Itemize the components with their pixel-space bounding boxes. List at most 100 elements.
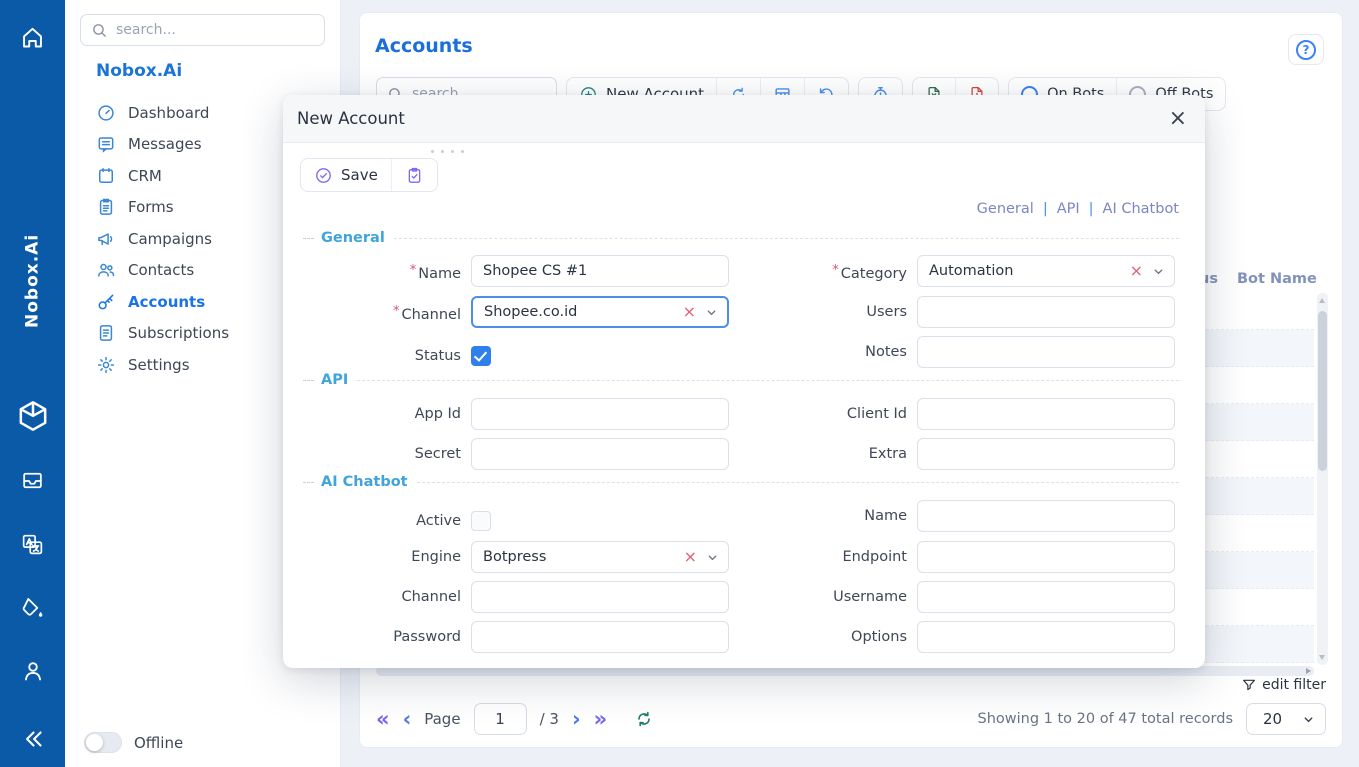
vertical-scrollbar[interactable] <box>1317 293 1328 665</box>
users-field[interactable] <box>917 296 1175 328</box>
close-icon[interactable]: × <box>1169 108 1187 130</box>
offline-toggle[interactable] <box>84 732 122 753</box>
funnel-icon <box>1241 677 1257 693</box>
reload-table-button[interactable] <box>634 709 654 729</box>
active-checkbox[interactable] <box>471 511 491 531</box>
key-icon <box>96 292 116 312</box>
first-page-button[interactable]: « <box>376 709 390 730</box>
translate-icon[interactable] <box>0 532 65 557</box>
sidebar-item-label: Dashboard <box>128 104 209 122</box>
copy-clipboard-button[interactable] <box>391 159 437 191</box>
home-icon[interactable] <box>0 24 65 51</box>
sidebar-item-label: Accounts <box>128 293 205 311</box>
tab-general[interactable]: General <box>977 201 1034 217</box>
chevron-down-icon <box>1302 713 1315 726</box>
modal-actions: Save <box>300 158 438 192</box>
engine-select[interactable]: Botpress × <box>471 541 729 573</box>
chevron-down-icon <box>705 306 718 319</box>
column-header-bot-name[interactable]: Bot Name <box>1237 271 1317 287</box>
last-page-button[interactable]: » <box>594 709 608 730</box>
category-select[interactable]: Automation × <box>917 255 1175 287</box>
next-page-button[interactable]: › <box>572 709 581 730</box>
sidebar-search-input[interactable] <box>116 22 314 38</box>
inbox-icon[interactable] <box>0 468 65 493</box>
chevron-down-icon <box>706 551 719 564</box>
endpoint-field[interactable] <box>917 541 1175 573</box>
offline-row: Offline <box>84 732 183 753</box>
chatbot-name-label: Name <box>749 500 907 532</box>
channel-select[interactable]: Shopee.co.id × <box>471 296 729 328</box>
page-number-input[interactable] <box>474 703 527 735</box>
tab-ai-chatbot[interactable]: AI Chatbot <box>1103 201 1179 217</box>
name-field[interactable] <box>471 255 729 287</box>
sidebar-item-campaigns[interactable]: Campaigns <box>96 223 229 255</box>
app-id-label: App Id <box>303 398 461 430</box>
clipboard-check-icon <box>405 166 424 185</box>
collapse-sidebar-icon[interactable] <box>0 726 65 752</box>
password-field[interactable] <box>471 621 729 653</box>
search-icon <box>91 22 108 39</box>
sidebar-item-crm[interactable]: CRM <box>96 160 229 192</box>
options-field[interactable] <box>917 621 1175 653</box>
users-icon <box>96 260 116 280</box>
secret-label: Secret <box>303 438 461 470</box>
clear-icon[interactable]: × <box>684 549 697 565</box>
sidebar-menu: Dashboard Messages CRMForms Campaigns Contac… <box>96 97 229 381</box>
sidebar-item-subscriptions[interactable]: Subscriptions <box>96 318 229 350</box>
client-id-field[interactable] <box>917 398 1175 430</box>
file-icon <box>96 323 116 343</box>
endpoint-label: Endpoint <box>749 541 907 573</box>
chevron-down-icon <box>1152 265 1165 278</box>
sidebar-item-dashboard[interactable]: Dashboard <box>96 97 229 129</box>
clipboard-icon <box>96 197 116 217</box>
message-icon <box>96 134 116 154</box>
client-id-label: Client Id <box>749 398 907 430</box>
sidebar-item-settings[interactable]: Settings <box>96 349 229 381</box>
app-id-field[interactable] <box>471 398 729 430</box>
extra-field[interactable] <box>917 438 1175 470</box>
secret-field[interactable] <box>471 438 729 470</box>
paint-bucket-icon[interactable] <box>0 595 65 620</box>
card-footer: « ‹ Page / 3 › » Showing 1 to 20 of 47 t… <box>376 702 1326 736</box>
edit-filter-button[interactable]: edit filter <box>1241 677 1326 693</box>
modal-section-links: General | API | AI Chatbot <box>977 201 1179 217</box>
previous-page-button[interactable]: ‹ <box>403 709 412 730</box>
modal-title: New Account <box>297 109 405 128</box>
username-field[interactable] <box>917 581 1175 613</box>
sidebar-item-contacts[interactable]: Contacts <box>96 255 229 287</box>
notes-field[interactable] <box>917 336 1175 368</box>
nobox-cube-logo[interactable] <box>0 396 65 436</box>
toggle-knob <box>86 734 103 751</box>
help-icon: ? <box>1296 40 1316 60</box>
sidebar-item-messages[interactable]: Messages <box>96 129 229 161</box>
sidebar-item-label: Campaigns <box>128 230 212 248</box>
sidebar-item-forms[interactable]: Forms <box>96 192 229 224</box>
user-icon[interactable] <box>0 658 65 684</box>
sidebar-item-label: Messages <box>128 135 202 153</box>
help-button[interactable]: ? <box>1288 34 1324 65</box>
section-api: API <box>303 372 1179 388</box>
new-account-modal: New Account × Save General | API | AI Ch… <box>283 95 1205 668</box>
sidebar-item-accounts[interactable]: Accounts <box>96 286 229 318</box>
megaphone-icon <box>96 229 116 249</box>
page-size-select[interactable]: 20 <box>1246 703 1326 735</box>
name-label: *Name <box>303 255 461 290</box>
sidebar-brand: Nobox.Ai <box>96 61 182 81</box>
modal-body: Save General | API | AI Chatbot General … <box>283 143 1205 668</box>
category-label: *Category <box>749 255 907 290</box>
status-label: Status <box>303 340 461 372</box>
chatbot-name-field[interactable] <box>917 500 1175 532</box>
offline-label: Offline <box>134 734 183 752</box>
clear-icon[interactable]: × <box>683 304 696 320</box>
chatbot-channel-label: Channel <box>303 581 461 613</box>
chatbot-channel-field[interactable] <box>471 581 729 613</box>
status-checkbox[interactable] <box>471 346 491 366</box>
clear-icon[interactable]: × <box>1130 263 1143 279</box>
rail-brand-vertical: Nobox.Ai <box>0 178 65 383</box>
tab-api[interactable]: API <box>1057 201 1080 217</box>
save-button[interactable]: Save <box>301 159 391 191</box>
gauge-icon <box>96 103 116 123</box>
username-label: Username <box>749 581 907 613</box>
sidebar-search[interactable] <box>80 14 325 46</box>
password-label: Password <box>303 621 461 653</box>
